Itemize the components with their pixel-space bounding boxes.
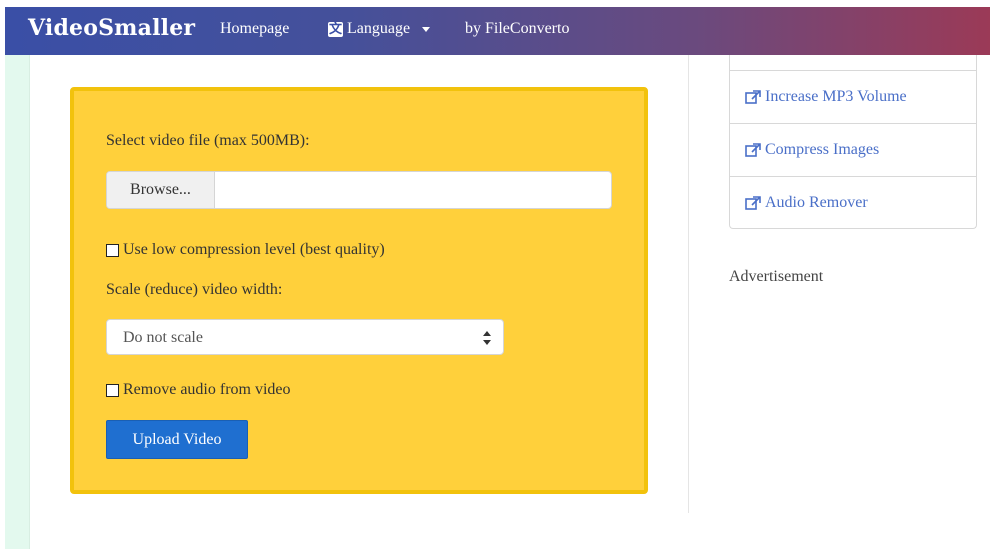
sidebar-tools-list: Increase MP3 Volume Compress Images Audi…: [729, 55, 977, 229]
scale-select[interactable]: Do not scale: [106, 319, 504, 355]
file-input[interactable]: Browse...: [106, 171, 612, 209]
sidebar-item-increase-mp3-volume: Increase MP3 Volume: [730, 70, 976, 123]
remove-audio-option[interactable]: Remove audio from video: [106, 381, 291, 399]
select-file-label: Select video file (max 500MB):: [106, 132, 310, 149]
external-link-icon: [745, 143, 761, 157]
sidebar-item-audio-remover: Audio Remover: [730, 176, 976, 229]
sidebar-item-label: Compress Images: [765, 141, 880, 158]
caret-down-icon: [422, 26, 431, 32]
upload-video-button[interactable]: Upload Video: [106, 420, 248, 459]
advertisement-label: Advertisement: [729, 268, 824, 285]
brand-logo[interactable]: VideoSmaller: [28, 15, 195, 41]
nav-language-dropdown[interactable]: 文 Language: [328, 20, 431, 38]
sidebar-item-label: Increase MP3 Volume: [765, 88, 907, 105]
remove-audio-label: Remove audio from video: [123, 381, 291, 398]
top-navbar: VideoSmaller Homepage 文 Language by File…: [5, 7, 990, 55]
remove-audio-checkbox[interactable]: [106, 383, 119, 397]
low-compression-label: Use low compression level (best quality): [123, 241, 385, 258]
sidebar-item-label: Audio Remover: [765, 194, 868, 211]
browse-button[interactable]: Browse...: [107, 172, 215, 208]
sidebar-item-compress-images: Compress Images: [730, 123, 976, 176]
select-arrows-icon: [483, 331, 491, 345]
language-icon: 文: [328, 21, 343, 37]
scale-width-label: Scale (reduce) video width:: [106, 281, 283, 298]
sidebar-link-increase-mp3-volume[interactable]: Increase MP3 Volume: [745, 88, 907, 106]
external-link-icon: [745, 90, 761, 104]
scale-select-value: Do not scale: [123, 329, 203, 346]
nav-language-label: Language: [347, 20, 411, 37]
left-side-strip: [5, 55, 30, 549]
low-compression-checkbox[interactable]: [106, 243, 119, 257]
nav-by-fileconverto-link[interactable]: by FileConverto: [465, 20, 569, 38]
upload-form: Select video file (max 500MB): Browse...…: [70, 87, 648, 494]
external-link-icon: [745, 196, 761, 210]
nav-homepage-link[interactable]: Homepage: [220, 20, 289, 38]
column-divider: [688, 55, 689, 513]
sidebar-link-audio-remover[interactable]: Audio Remover: [745, 194, 868, 212]
low-compression-option[interactable]: Use low compression level (best quality): [106, 241, 385, 259]
sidebar-link-compress-images[interactable]: Compress Images: [745, 141, 879, 159]
